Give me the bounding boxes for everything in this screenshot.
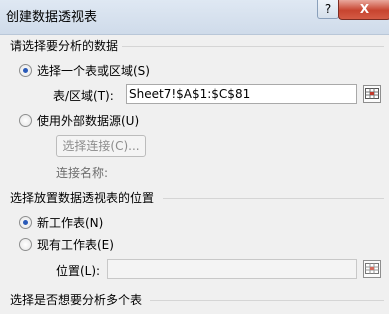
option-existing-sheet-label[interactable]: 现有工作表(E) bbox=[37, 236, 114, 253]
section-divider bbox=[122, 46, 384, 47]
choose-connection-button[interactable]: 选择连接(C)... bbox=[56, 135, 146, 157]
section-divider bbox=[163, 198, 384, 199]
option-select-range-label[interactable]: 选择一个表或区域(S) bbox=[37, 62, 150, 79]
section-title-data: 请选择要分析的数据 bbox=[10, 39, 119, 53]
title-bar: 创建数据透视表 ? X bbox=[0, 0, 389, 35]
location-label: 位置(L): bbox=[56, 264, 101, 278]
table-range-label: 表/区域(T): bbox=[53, 89, 114, 103]
connection-name-label: 连接名称: bbox=[56, 166, 109, 180]
section-title-multiple-tables: 选择是否想要分析多个表 bbox=[10, 293, 143, 307]
range-picker-icon[interactable] bbox=[363, 85, 381, 103]
option-new-sheet-label[interactable]: 新工作表(N) bbox=[37, 214, 103, 231]
location-input[interactable] bbox=[107, 259, 357, 279]
section-divider bbox=[150, 300, 384, 301]
radio-new-sheet[interactable] bbox=[19, 216, 32, 229]
option-external-label[interactable]: 使用外部数据源(U) bbox=[37, 112, 139, 129]
close-button[interactable]: X bbox=[338, 0, 389, 20]
radio-external-source[interactable] bbox=[19, 114, 32, 127]
window-title: 创建数据透视表 bbox=[6, 10, 98, 25]
location-range-picker-icon[interactable] bbox=[363, 260, 381, 278]
location-value[interactable] bbox=[108, 260, 356, 278]
radio-existing-sheet[interactable] bbox=[19, 238, 32, 251]
table-range-input[interactable] bbox=[126, 84, 357, 104]
help-button[interactable]: ? bbox=[317, 0, 339, 19]
table-range-value[interactable] bbox=[127, 85, 356, 103]
section-title-location: 选择放置数据透视表的位置 bbox=[10, 191, 155, 205]
radio-select-range[interactable] bbox=[19, 64, 32, 77]
